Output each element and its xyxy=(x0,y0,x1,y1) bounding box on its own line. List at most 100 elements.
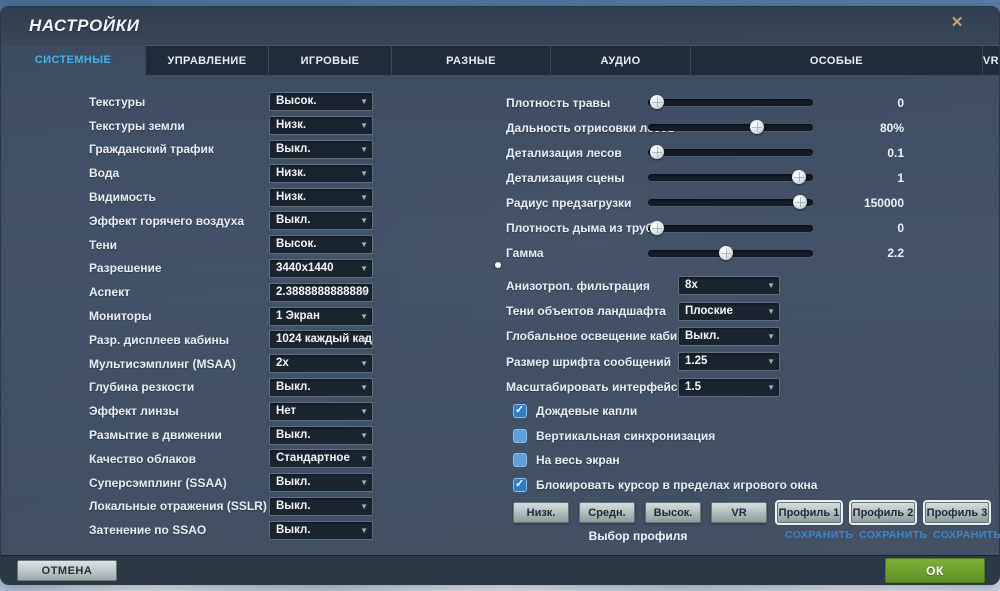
slider-knob[interactable] xyxy=(649,145,664,160)
slider-track[interactable] xyxy=(648,120,813,135)
setting-dropdown[interactable]: Низк. ▼ xyxy=(269,187,373,207)
slider-track[interactable] xyxy=(648,245,813,260)
tab[interactable]: VR xyxy=(982,45,999,75)
setting-dropdown[interactable]: Выкл. ▼ xyxy=(269,211,373,231)
checkbox[interactable]: ✓ xyxy=(513,453,527,468)
chevron-down-icon: ▼ xyxy=(360,430,368,440)
save-profile-3-link[interactable]: СОХРАНИТЬ xyxy=(933,529,1000,541)
setting-dropdown[interactable]: Выкл. ▼ xyxy=(269,473,373,493)
slider-knob[interactable] xyxy=(649,220,664,235)
profile-button[interactable]: Профиль 2 xyxy=(849,500,917,525)
slider-track[interactable] xyxy=(648,145,813,160)
chevron-down-icon: ▼ xyxy=(360,311,368,321)
setting-dropdown[interactable]: Выкл. ▼ xyxy=(269,496,373,516)
checkbox[interactable]: ✓ xyxy=(513,478,527,493)
setting-dropdown[interactable]: 1.25 ▼ xyxy=(678,352,780,372)
tab-label: СИСТЕМНЫЕ xyxy=(34,54,112,66)
tab[interactable]: ИГРОВЫЕ xyxy=(269,45,392,75)
slider-knob[interactable] xyxy=(793,195,808,210)
close-icon[interactable]: ✕ xyxy=(947,13,967,33)
setting-label: Видимость xyxy=(89,190,156,205)
slider-knob[interactable] xyxy=(718,245,733,260)
button-label: Профиль 1 xyxy=(778,506,840,519)
setting-dropdown[interactable]: Выкл. ▼ xyxy=(269,520,373,540)
checkbox-label: Вертикальная синхронизация xyxy=(536,428,716,443)
setting-dropdown[interactable]: 1.5 ▼ xyxy=(678,377,780,397)
checkbox[interactable]: ✓ xyxy=(513,428,527,443)
setting-dropdown[interactable]: Низк. ▼ xyxy=(269,116,373,136)
slider-knob[interactable] xyxy=(649,95,664,110)
setting-dropdown[interactable]: Выкл. ▼ xyxy=(269,139,373,159)
preset-quality-button[interactable]: Высок. xyxy=(645,502,701,523)
setting-dropdown[interactable]: Выкл. ▼ xyxy=(269,377,373,397)
slider-knob[interactable] xyxy=(750,120,765,135)
save-profile-2-link[interactable]: СОХРАНИТЬ xyxy=(859,529,927,541)
slider-value: 0.1 xyxy=(887,145,904,160)
ok-button[interactable]: ОК xyxy=(885,558,985,583)
setting-dropdown[interactable]: 8x ▼ xyxy=(678,276,780,296)
setting-dropdown[interactable]: Выкл. ▼ xyxy=(269,425,373,445)
button-label: Средн. xyxy=(588,506,626,519)
tab[interactable]: АУДИО xyxy=(551,45,691,75)
slider-value: 0 xyxy=(897,95,904,110)
slider-row: Детализация сцены 1 xyxy=(498,165,989,190)
checkbox-list: ✓ Дождевые капли ✓ Вертикальная синхрони… xyxy=(498,399,989,497)
setting-label: Вода xyxy=(89,166,120,181)
cancel-button[interactable]: ОТМЕНА xyxy=(17,560,117,581)
setting-row: Затенение по SSAO Выкл. ▼ xyxy=(1,518,498,542)
checkbox-row[interactable]: ✓ Блокировать курсор в пределах игрового… xyxy=(498,473,989,498)
setting-label: Гражданский трафик xyxy=(89,142,214,157)
tab-label: РАЗНЫЕ xyxy=(446,54,496,67)
setting-dropdown[interactable]: 3440x1440 ▼ xyxy=(269,258,373,278)
tab[interactable]: УПРАВЛЕНИЕ xyxy=(146,45,269,75)
preset-quality-button[interactable]: Средн. xyxy=(579,502,635,523)
setting-dropdown[interactable]: Стандартное ▼ xyxy=(269,449,373,469)
dropdown-value: 3440x1440 xyxy=(276,261,334,274)
checkbox-row[interactable]: ✓ Вертикальная синхронизация xyxy=(498,424,989,449)
slider-value: 150000 xyxy=(863,195,904,210)
save-profile-1-link[interactable]: СОХРАНИТЬ xyxy=(785,529,853,541)
slider-knob[interactable] xyxy=(791,170,806,185)
chevron-down-icon: ▼ xyxy=(360,501,368,511)
tab[interactable]: СИСТЕМНЫЕ xyxy=(1,45,146,75)
slider-track[interactable] xyxy=(648,95,813,110)
button-label: VR xyxy=(731,506,747,519)
setting-dropdown[interactable]: Низк. ▼ xyxy=(269,163,373,183)
checkbox[interactable]: ✓ xyxy=(513,404,527,419)
slider-track[interactable] xyxy=(648,170,813,185)
setting-dropdown[interactable]: 2x ▼ xyxy=(269,354,373,374)
window-title: НАСТРОЙКИ xyxy=(29,16,140,35)
chevron-down-icon: ▼ xyxy=(767,306,775,316)
slider-label: Плотность дыма из труб xyxy=(506,221,654,236)
tab[interactable]: РАЗНЫЕ xyxy=(392,45,551,75)
button-label: Низк. xyxy=(526,506,556,519)
setting-dropdown[interactable]: 1 Экран ▼ xyxy=(269,306,373,326)
slider-track[interactable] xyxy=(648,220,813,235)
setting-label: Глобальное освещение кабины xyxy=(506,329,695,344)
checkbox-label: Блокировать курсор в пределах игрового о… xyxy=(536,478,818,493)
setting-dropdown[interactable]: Выкл. ▼ xyxy=(678,326,780,346)
profile-button[interactable]: Профиль 3 xyxy=(923,500,991,525)
setting-dropdown[interactable]: 2.3888888888889 ▼ xyxy=(269,282,373,302)
setting-dropdown[interactable]: Нет ▼ xyxy=(269,401,373,421)
tab[interactable]: ОСОБЫЕ xyxy=(691,45,983,75)
setting-dropdown[interactable]: 1024 каждый кадр ▼ xyxy=(269,330,373,350)
setting-dropdown[interactable]: Высок. ▼ xyxy=(269,235,373,255)
setting-dropdown[interactable]: Высок. ▼ xyxy=(269,92,373,112)
profile-button[interactable]: Профиль 1 xyxy=(775,500,843,525)
checkbox-row[interactable]: ✓ Дождевые капли xyxy=(498,399,989,424)
slider-track[interactable] xyxy=(648,195,813,210)
dropdown-value: Низк. xyxy=(276,166,307,179)
setting-label: Разрешение xyxy=(89,261,162,276)
dropdown-value: Низк. xyxy=(276,119,307,132)
slider-label: Детализация лесов xyxy=(506,145,622,160)
preset-quality-button[interactable]: VR xyxy=(711,502,767,523)
slider-label: Гамма xyxy=(506,246,544,261)
checkbox-row[interactable]: ✓ На весь экран xyxy=(498,448,989,473)
setting-label: Качество облаков xyxy=(89,451,197,466)
setting-row: Масштабировать интерфейс 1.5 ▼ xyxy=(498,375,989,400)
button-label: Профиль 3 xyxy=(926,506,988,519)
setting-dropdown[interactable]: Плоские ▼ xyxy=(678,301,780,321)
preset-quality-button[interactable]: Низк. xyxy=(513,502,569,523)
setting-row: Мониторы 1 Экран ▼ xyxy=(1,304,498,328)
